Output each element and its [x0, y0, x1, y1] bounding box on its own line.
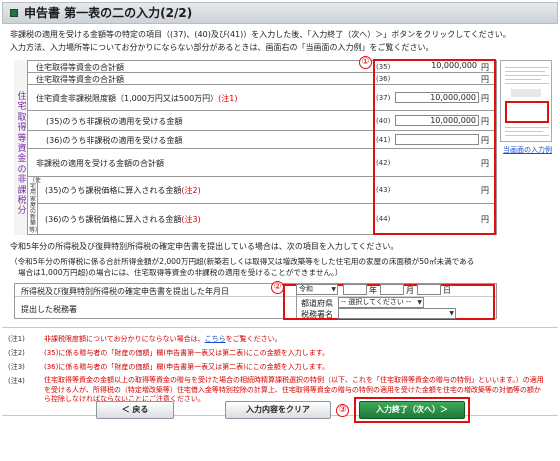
note-3-key: (注3): [8, 363, 25, 371]
highlight-box-1: [373, 59, 496, 235]
row-label: 住宅資金非課税限度額（1,000万円又は500万円）(注1): [36, 93, 238, 104]
row-label: 住宅取得等資金の合計額: [36, 63, 124, 72]
note-4-key: (注4): [8, 376, 44, 386]
office-label: 提出した税務署: [21, 305, 77, 314]
clear-button[interactable]: 入力内容をクリア: [225, 401, 331, 419]
input-example-link[interactable]: 当画面の入力例: [503, 145, 552, 155]
row-label: (35)のうち非課税の適用を受ける金額: [46, 117, 183, 126]
day-input[interactable]: [417, 284, 441, 295]
row-label-text: (36)のうち課税価格に算入される金額: [45, 215, 182, 224]
row-label: (35)のうち課税価格に算入される金額(注2): [45, 185, 201, 196]
callout-2: ②: [271, 281, 284, 294]
row-label: (36)のうち非課税の適用を受ける金額: [46, 136, 183, 145]
era-select[interactable]: 令和 ▼: [296, 284, 338, 295]
chevron-down-icon: ▼: [449, 310, 454, 317]
page-header: 申告書 第一表の二の入力(2/2): [2, 2, 558, 24]
section2-line-3: 場合は1,000万円超)の場合には、住宅取得等資金の非課税の適用を受けることがで…: [18, 268, 343, 277]
back-button[interactable]: ＜ 戻る: [96, 401, 174, 419]
tax-office-label: 税務署名: [301, 310, 333, 319]
intro-line-2: 入力方法、入力場所等についてお分かりにならない部分があるときは、画面右の「当画面…: [10, 43, 434, 52]
month-unit: 月: [406, 286, 414, 295]
date-label: 所得税及び復興特別所得税の確定申告書を提出した年月日: [21, 287, 229, 296]
note-ref: (注3): [181, 215, 201, 224]
note-3-text: (36)に係る贈与者の「財産の価額」欄(申告書第一表又は第二表)にこの金額を入力…: [44, 363, 329, 371]
chevron-down-icon: ▼: [417, 299, 422, 306]
callout-1: ①: [359, 56, 372, 69]
vertical-subtitle: （住宅用家屋の新築等）: [29, 177, 42, 234]
prefecture-label: 都道府県: [301, 299, 333, 308]
tax-office-select[interactable]: ▼: [338, 308, 456, 319]
section2-line-1: 令和5年分の所得税及び復興特別所得税の確定申告書を提出している場合は、次の項目を…: [10, 242, 399, 251]
row-label-text: 住宅資金非課税限度額（1,000万円又は500万円）: [36, 94, 219, 103]
day-unit: 日: [443, 286, 451, 295]
next-button[interactable]: 入力終了（次へ）＞: [359, 401, 465, 419]
note-1-tail: をご覧ください。: [225, 335, 282, 343]
callout-3: ③: [336, 404, 349, 417]
prefecture-select[interactable]: -- 選択してください -- ▼: [338, 297, 424, 308]
note-ref: (注2): [181, 186, 201, 195]
note-2: (注2) (35)に係る贈与者の「財産の価額」欄(申告書第一表又は第二表)にこの金…: [8, 348, 329, 358]
vertical-title: 住宅取得等資金の非課税分: [17, 92, 27, 217]
row-label: (36)のうち課税価格に算入される金額(注3): [45, 214, 201, 225]
page-title: 申告書 第一表の二の入力(2/2): [24, 6, 193, 20]
note-3: (注3) (36)に係る贈与者の「財産の価額」欄(申告書第一表又は第二表)にこの金…: [8, 362, 329, 372]
header-square-icon: [10, 9, 18, 17]
note-1: (注1) 非課税限度額についてお分かりにならない場合は、こちらをご覧ください。: [8, 334, 282, 344]
note-2-text: (35)に係る贈与者の「財産の価額」欄(申告書第一表又は第二表)にこの金額を入力…: [44, 349, 329, 357]
input-example-thumbnail[interactable]: [500, 60, 552, 142]
row-label: 非課税の適用を受ける金額の合計額: [36, 159, 164, 168]
note-2-key: (注2): [8, 349, 25, 357]
intro-line-1: 非課税の適用を受ける金額等の特定の項目（(37)、(40)及び(41)）を入力し…: [10, 30, 511, 39]
note-4-key-text: (注4): [8, 377, 25, 385]
note-1-text: 非課税限度額についてお分かりにならない場合は、: [44, 335, 205, 343]
note-ref: (注1): [218, 94, 238, 103]
row-label: 住宅取得等資金の合計額: [36, 75, 124, 84]
chevron-down-icon: ▼: [331, 286, 336, 293]
year-unit: 年: [369, 286, 377, 295]
note-1-key: (注1): [8, 335, 25, 343]
month-input[interactable]: [380, 284, 404, 295]
prefecture-value: -- 選択してください --: [341, 298, 412, 306]
year-input[interactable]: [343, 284, 367, 295]
era-value: 令和: [299, 285, 313, 293]
row-label-text: (35)のうち課税価格に算入される金額: [45, 186, 182, 195]
note-1-link[interactable]: こちら: [205, 335, 226, 343]
section2-line-2: （令和5年分の所得税に係る合計所得金額が2,000万円超(新築若しくは取得又は増…: [10, 257, 475, 266]
